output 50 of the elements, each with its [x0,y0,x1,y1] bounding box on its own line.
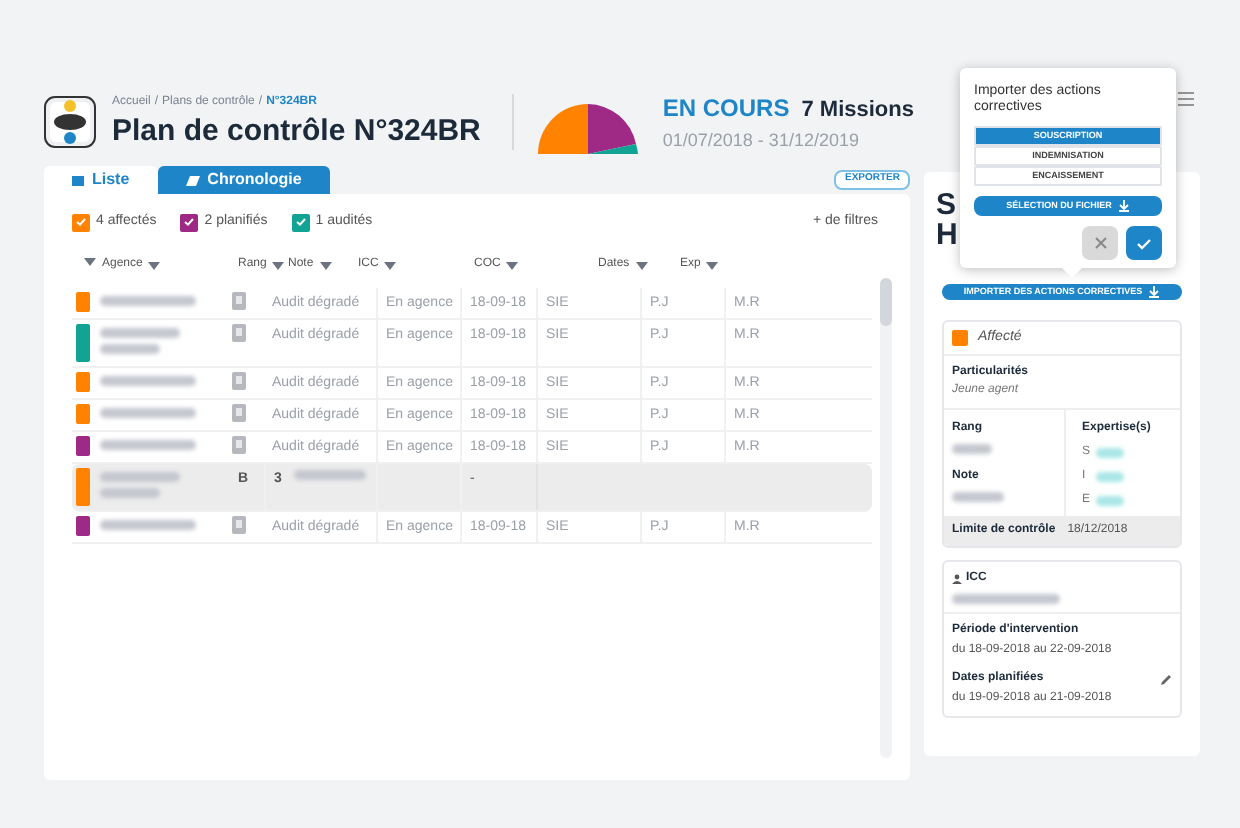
person-icon [952,574,962,584]
blurred-text [100,407,196,417]
blurred-text [952,444,992,454]
caret-icon [84,258,96,267]
filter-checkbox[interactable] [291,213,310,232]
blurred-text [100,295,196,305]
caret-icon [319,261,332,269]
blurred-text [100,375,196,385]
detail-title: H [936,220,958,250]
pencil-icon[interactable] [1160,673,1172,685]
list-icon [72,175,84,185]
caret-icon [635,261,648,269]
filter-checkbox[interactable] [180,213,199,232]
caret-icon [148,261,161,269]
blurred-text [100,487,160,497]
blurred-text [1096,496,1124,506]
timeline-icon [185,175,200,185]
close-icon [1093,236,1107,250]
blurred-text [100,327,180,337]
tab[interactable]: Liste [44,166,158,194]
page-title: Plan de contrôle N°324BR [112,112,481,150]
blurred-text [952,594,1060,604]
cancel-button[interactable] [1082,226,1118,260]
tab[interactable]: Chronologie [157,166,330,194]
blurred-text [100,439,196,449]
scrollbar-thumb[interactable] [880,278,892,326]
scrollbar-track[interactable] [880,278,892,758]
caret-icon [384,261,397,269]
logo [44,96,96,148]
menu-icon[interactable] [1178,92,1194,106]
check-icon [1136,237,1152,249]
blurred-text [100,343,160,353]
blurred-text [293,469,366,479]
document-icon [232,515,246,533]
confirm-button[interactable] [1126,226,1162,260]
blurred-text [952,492,1004,502]
blurred-text [100,471,180,481]
caret-icon [506,261,519,269]
blurred-text [1096,472,1124,482]
blurred-text [1096,448,1124,458]
caret-icon [272,261,285,269]
blurred-text [100,519,196,529]
caret-icon [706,261,719,269]
status-text: EN COURS [662,92,790,126]
period-text: 01/07/2018 - 31/12/2019 [662,127,861,153]
detail-title: S [936,190,957,220]
missions-count: 7 Missions [801,96,914,126]
filter-checkbox[interactable] [72,213,90,232]
download-icon [1148,286,1161,298]
download-icon [1117,200,1130,212]
